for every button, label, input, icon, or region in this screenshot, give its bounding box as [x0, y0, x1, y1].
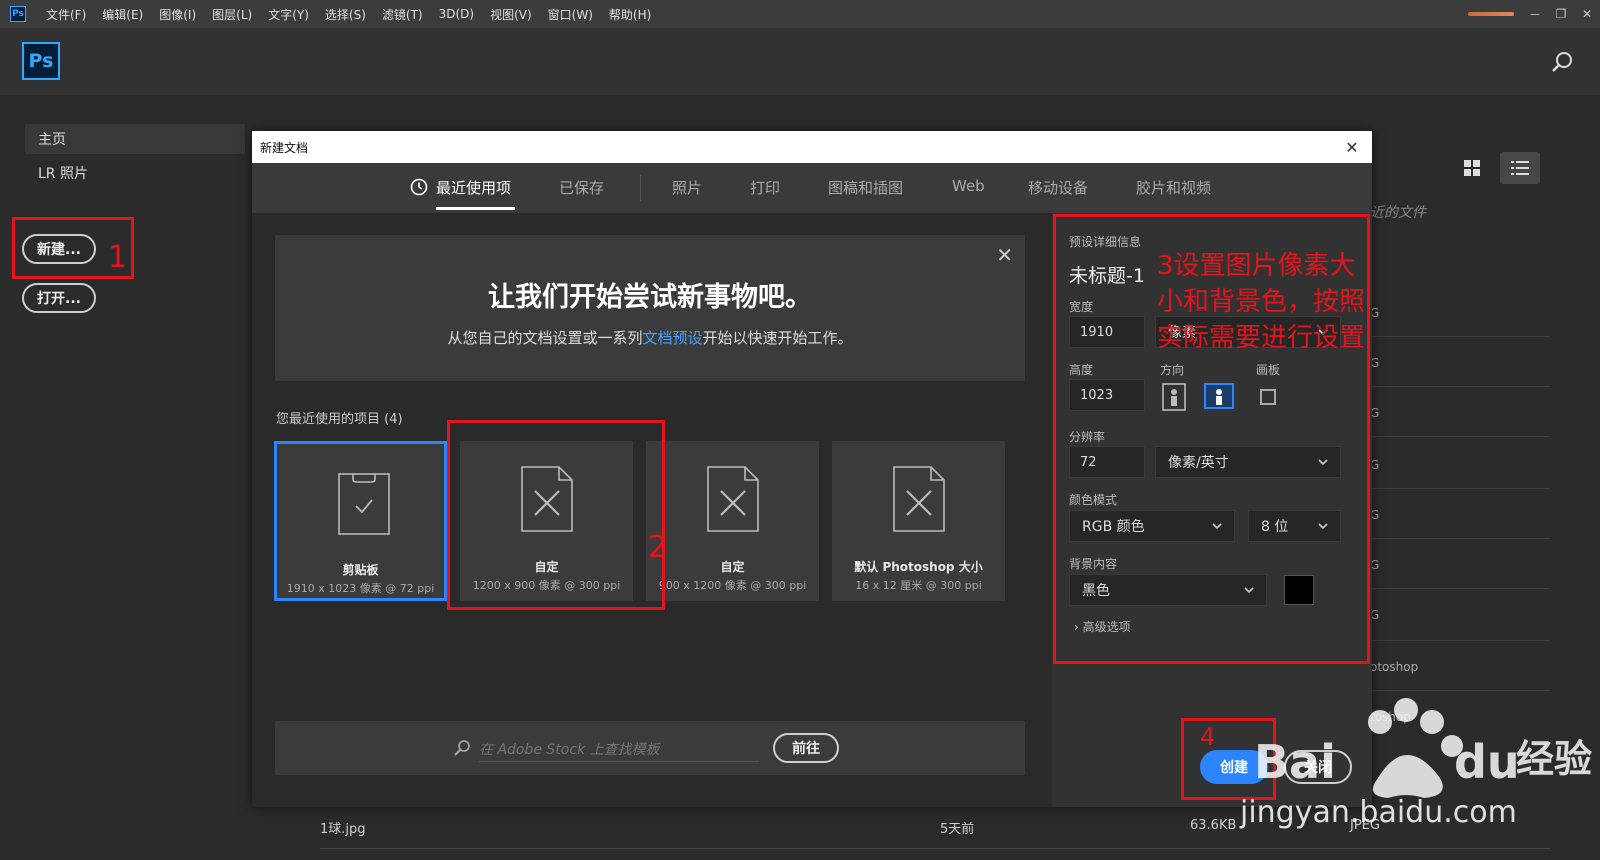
- app-header: Ps: [0, 28, 1600, 96]
- watermark-url: jingyan.baidu.com: [1239, 795, 1517, 830]
- file-row-fragment: otoshop: [1370, 660, 1419, 674]
- baidu-jingyan-watermark: Bai du 经验 jingyan.baidu.com: [1239, 698, 1592, 830]
- annotation-box-2: [447, 420, 665, 610]
- recent-card-custom-2[interactable]: 自定 900 x 1200 像素 @ 300 ppi: [646, 441, 819, 601]
- menu-bar: Ps 文件(F) 编辑(E) 图像(I) 图层(L) 文字(Y) 选择(S) 滤…: [0, 0, 1600, 28]
- card-name: 剪贴板: [342, 563, 379, 577]
- stock-search-input[interactable]: [479, 738, 759, 762]
- active-tab-indicator: [436, 207, 515, 210]
- tab-art-illustration[interactable]: 图稿和插图: [828, 177, 903, 198]
- recent-items-text: 您最近使用的项目: [276, 412, 381, 427]
- row-divider: [1370, 690, 1550, 691]
- watermark-brand: Bai: [1254, 735, 1336, 789]
- annotation-text-3: 3设置图片像素大小和背景色，按照实际需要进行设置: [1157, 251, 1366, 353]
- search-icon[interactable]: [1550, 50, 1574, 74]
- menu-layer[interactable]: 图层(L): [204, 6, 260, 23]
- watermark-label: 经验: [1516, 737, 1592, 781]
- dialog-titlebar: 新建文档 ✕: [252, 131, 1372, 163]
- row-divider: [1370, 538, 1550, 539]
- welcome-banner: ✕ 让我们开始尝试新事物吧。 从您自己的文档设置或一系列文档预设开始以快速开始工…: [275, 235, 1025, 381]
- grid-view-button[interactable]: [1452, 152, 1492, 184]
- row-divider: [1370, 588, 1550, 589]
- custom-document-icon: [707, 466, 759, 532]
- sidebar-item-lr-photos[interactable]: LR 照片: [25, 158, 245, 188]
- row-divider: [1370, 386, 1550, 387]
- menu-edit[interactable]: 编辑(E): [94, 6, 151, 23]
- file-name: 1球.jpg: [320, 822, 366, 837]
- annotation-number-2: 2: [648, 530, 668, 565]
- row-divider: [1370, 640, 1550, 641]
- card-name: 自定: [720, 560, 745, 574]
- menu-view[interactable]: 视图(V): [482, 6, 540, 23]
- welcome-title: 让我们开始尝试新事物吧。: [488, 282, 812, 313]
- ps-logo: Ps: [22, 42, 60, 80]
- tab-web[interactable]: Web: [952, 177, 985, 195]
- card-dimensions: 16 x 12 厘米 @ 300 ppi: [855, 579, 982, 592]
- home-sidebar: 主页 LR 照片 新建... 打开...: [0, 96, 250, 860]
- tab-photo[interactable]: 照片: [672, 177, 702, 198]
- clipboard-icon: [338, 473, 390, 535]
- restore-button[interactable]: ❐: [1548, 4, 1574, 24]
- row-divider: [1370, 436, 1550, 437]
- sidebar-item-home[interactable]: 主页: [25, 124, 245, 154]
- list-icon: [1511, 161, 1529, 175]
- recent-card-default-photoshop[interactable]: 默认 Photoshop 大小 16 x 12 厘米 @ 300 ppi: [832, 441, 1005, 601]
- minimize-button[interactable]: －: [1522, 4, 1548, 24]
- menu-3d[interactable]: 3D(D): [431, 7, 482, 21]
- annotation-number-4: 4: [1200, 723, 1216, 751]
- tab-print[interactable]: 打印: [750, 177, 780, 198]
- tab-recent[interactable]: 最近使用项: [436, 177, 511, 198]
- menu-window[interactable]: 窗口(W): [540, 6, 601, 23]
- window-controls: － ❐ ✕: [1468, 0, 1600, 28]
- stock-search-bar: 前往: [275, 721, 1025, 775]
- tab-mobile[interactable]: 移动设备: [1028, 177, 1088, 198]
- file-modified: 5天前: [940, 822, 975, 837]
- stock-go-button[interactable]: 前往: [773, 733, 839, 763]
- baidu-paw-logo: [1368, 698, 1463, 798]
- window-close-button[interactable]: ✕: [1574, 4, 1600, 24]
- list-view-button[interactable]: [1500, 152, 1540, 184]
- menu-filter[interactable]: 滤镜(T): [374, 6, 431, 23]
- row-divider: [320, 848, 1550, 849]
- document-presets-link[interactable]: 文档预设: [642, 329, 702, 347]
- recent-files-heading: 近的文件: [1370, 205, 1426, 221]
- close-icon[interactable]: ✕: [1342, 137, 1362, 157]
- grid-icon: [1464, 160, 1480, 176]
- menu-help[interactable]: 帮助(H): [601, 6, 659, 23]
- card-dimensions: 1910 x 1023 像素 @ 72 ppi: [286, 582, 435, 595]
- card-name: 默认 Photoshop 大小: [854, 560, 983, 574]
- tab-separator: [640, 175, 641, 201]
- welcome-subtitle-text: 开始以快速开始工作。: [702, 329, 853, 347]
- recent-items-label: 您最近使用的项目 (4): [276, 408, 403, 427]
- annotation-number-1: 1: [108, 240, 128, 275]
- menu-file[interactable]: 文件(F): [38, 6, 94, 23]
- open-button[interactable]: 打开...: [22, 283, 96, 313]
- tab-film-video[interactable]: 胶片和视频: [1136, 177, 1211, 198]
- row-divider: [1370, 336, 1550, 337]
- recent-card-clipboard[interactable]: 剪贴板 1910 x 1023 像素 @ 72 ppi: [274, 441, 447, 601]
- watermark-brand-suffix: du: [1454, 735, 1520, 789]
- row-divider: [1370, 488, 1550, 489]
- card-dimensions: 900 x 1200 像素 @ 300 ppi: [658, 579, 807, 592]
- welcome-subtitle: 从您自己的文档设置或一系列文档预设开始以快速开始工作。: [275, 327, 1025, 348]
- search-icon: [454, 740, 470, 756]
- menu-type[interactable]: 文字(Y): [260, 6, 317, 23]
- tab-saved[interactable]: 已保存: [559, 177, 604, 198]
- recent-items-count: (4): [384, 412, 403, 427]
- clock-icon: [410, 178, 428, 196]
- ps-app-icon: Ps: [10, 6, 26, 22]
- preset-category-tabs: 最近使用项 已保存 照片 打印 图稿和插图 Web 移动设备 胶片和视频: [252, 163, 1372, 213]
- status-bar-decoration: [1468, 12, 1514, 16]
- banner-close-icon[interactable]: ✕: [996, 243, 1013, 267]
- menu-image[interactable]: 图像(I): [151, 6, 204, 23]
- welcome-subtitle-text: 从您自己的文档设置或一系列: [447, 329, 643, 347]
- dialog-title: 新建文档: [260, 140, 309, 155]
- custom-document-icon: [893, 466, 945, 532]
- menu-select[interactable]: 选择(S): [317, 6, 374, 23]
